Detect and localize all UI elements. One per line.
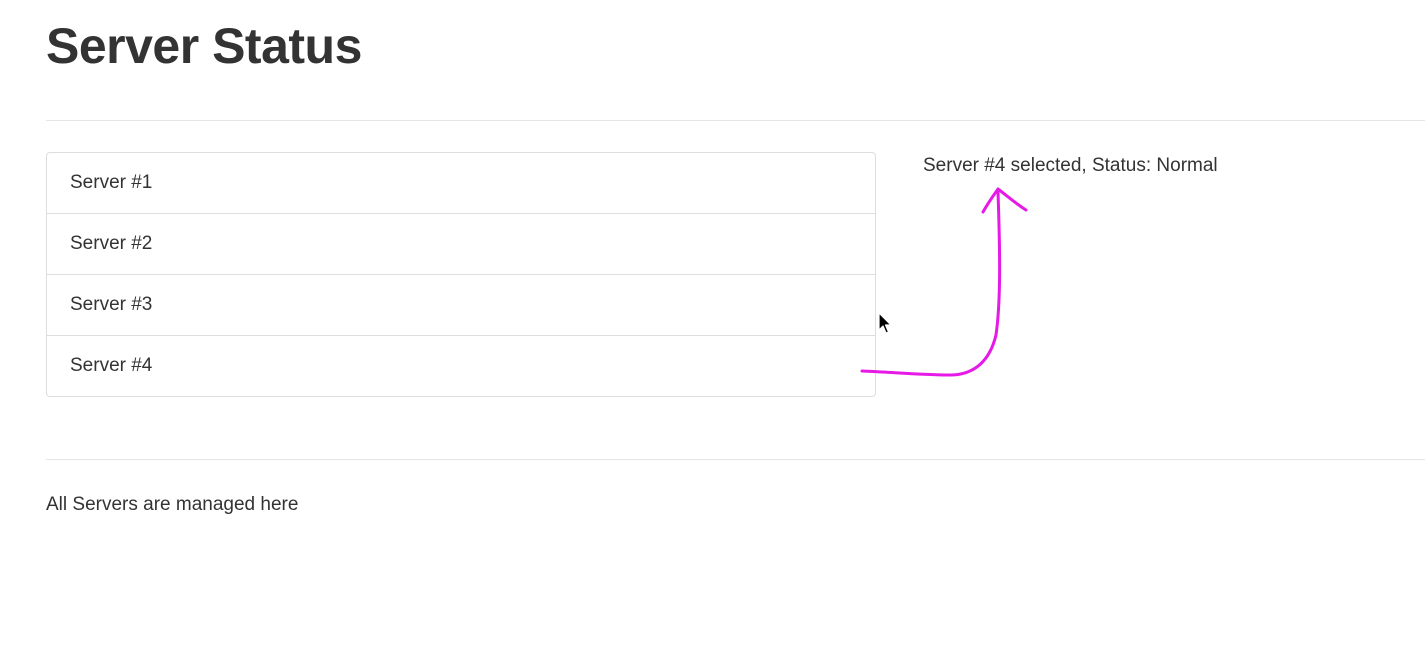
page: Server Status Server #1 Server #2 Server…: [0, 0, 1425, 656]
server-list-item-1[interactable]: Server #1: [47, 153, 875, 214]
server-list-item-3[interactable]: Server #3: [47, 275, 875, 336]
header-divider: [46, 120, 1425, 121]
selection-status-text: Server #4 selected, Status: Normal: [923, 155, 1218, 176]
footer-text: All Servers are managed here: [46, 494, 299, 515]
footer-divider: [46, 459, 1425, 460]
page-title: Server Status: [46, 18, 362, 74]
server-list-item-2[interactable]: Server #2: [47, 214, 875, 275]
mouse-pointer-icon: [878, 312, 892, 334]
server-list-item-4[interactable]: Server #4: [47, 336, 875, 396]
server-list: Server #1 Server #2 Server #3 Server #4: [46, 152, 876, 397]
